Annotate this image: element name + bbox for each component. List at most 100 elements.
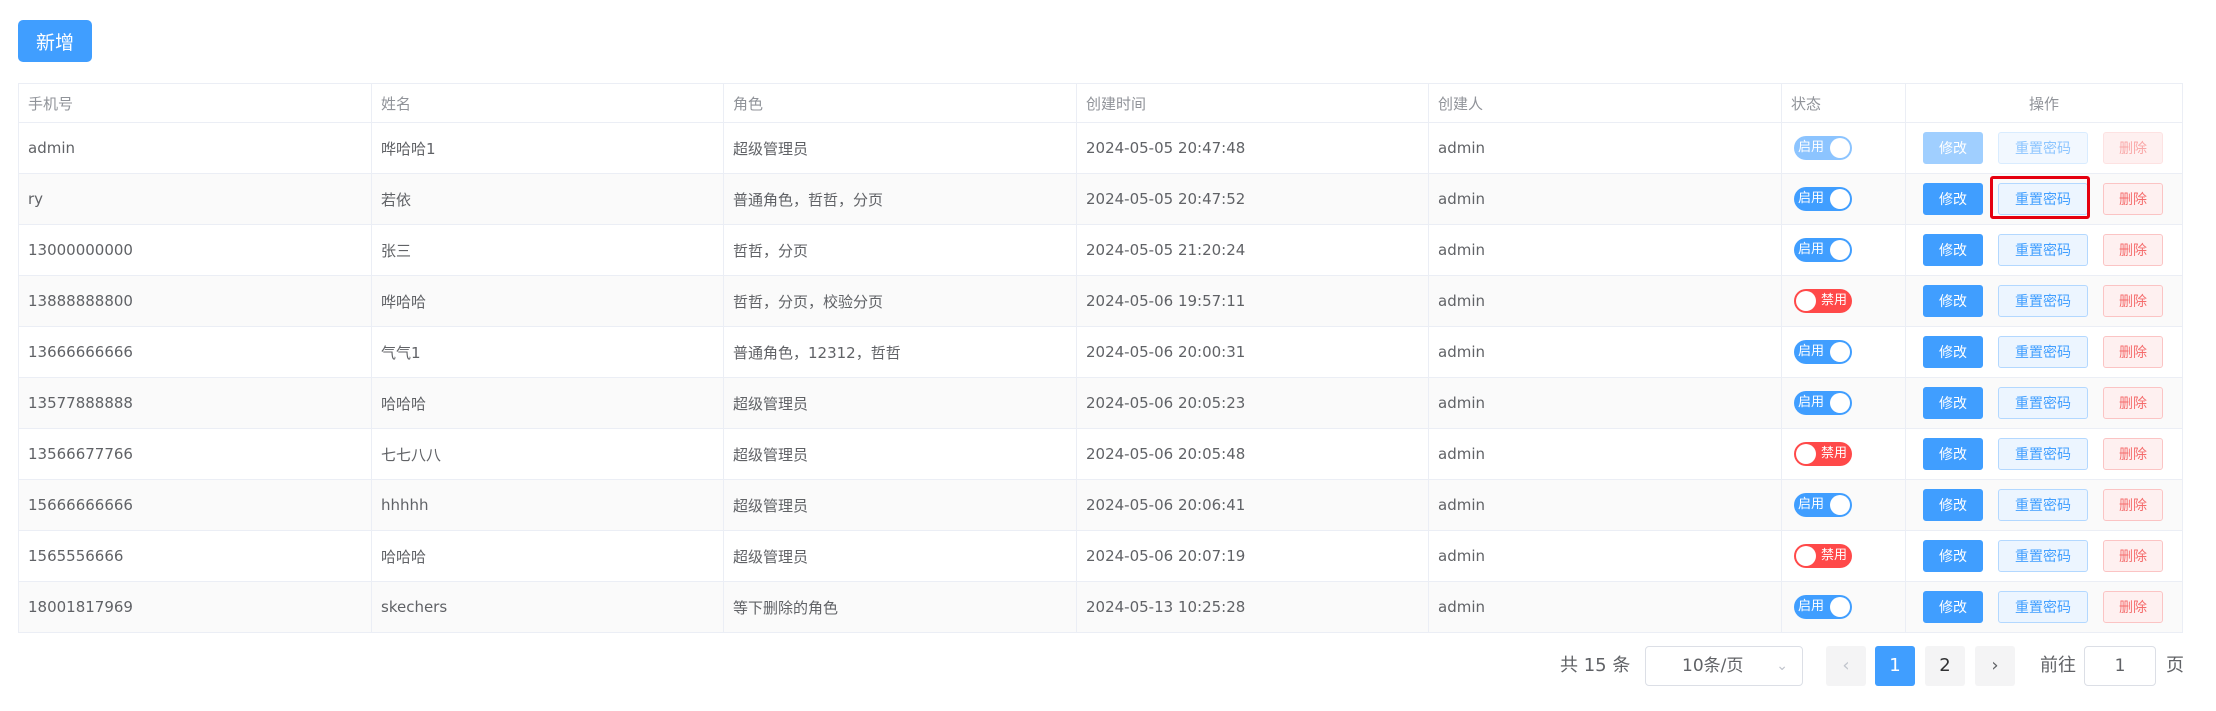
delete-button[interactable]: 删除 bbox=[2103, 489, 2163, 521]
edit-button[interactable]: 修改 bbox=[1923, 387, 1983, 419]
goto-label: 前往 bbox=[2040, 655, 2076, 676]
column-header-name: 姓名 bbox=[371, 83, 724, 123]
next-page-button[interactable]: › bbox=[1975, 646, 2015, 686]
cell-phone: 1565556666 bbox=[18, 530, 372, 582]
cell-creator: admin bbox=[1428, 122, 1782, 174]
cell-creator: admin bbox=[1428, 428, 1782, 480]
cell-role: 超级管理员 bbox=[723, 530, 1077, 582]
cell-phone: 13566677766 bbox=[18, 428, 372, 480]
cell-role: 哲哲，分页 bbox=[723, 224, 1077, 276]
reset-password-button[interactable]: 重置密码 bbox=[1998, 285, 2088, 317]
status-switch-label: 禁用 bbox=[1820, 548, 1847, 563]
reset-password-button[interactable]: 重置密码 bbox=[1998, 234, 2088, 266]
cell-phone: 13666666666 bbox=[18, 326, 372, 378]
page-button-2[interactable]: 2 bbox=[1925, 646, 1965, 686]
cell-creator: admin bbox=[1428, 173, 1782, 225]
switch-knob bbox=[1796, 546, 1816, 566]
edit-button[interactable]: 修改 bbox=[1923, 183, 1983, 215]
cell-actions: 修改 重置密码 删除 bbox=[1905, 479, 2183, 531]
reset-password-button[interactable]: 重置密码 bbox=[1998, 489, 2088, 521]
add-button[interactable]: 新增 bbox=[18, 20, 92, 62]
delete-button[interactable]: 删除 bbox=[2103, 183, 2163, 215]
delete-button[interactable]: 删除 bbox=[2103, 438, 2163, 470]
table-row: ry 若依 普通角色，哲哲，分页 2024-05-05 20:47:52 admin 启用… bbox=[18, 173, 2183, 225]
goto-page-input[interactable] bbox=[2084, 646, 2156, 686]
delete-button[interactable]: 删除 bbox=[2103, 591, 2163, 623]
cell-actions: 修改 重置密码 删除 bbox=[1905, 122, 2183, 174]
status-switch[interactable]: 启用 bbox=[1794, 595, 1852, 619]
status-switch[interactable]: 启用 bbox=[1794, 238, 1852, 262]
cell-actions: 修改 重置密码 删除 bbox=[1905, 377, 2183, 429]
cell-role: 超级管理员 bbox=[723, 479, 1077, 531]
delete-button[interactable]: 删除 bbox=[2103, 234, 2163, 266]
cell-phone: 13888888800 bbox=[18, 275, 372, 327]
cell-created-at: 2024-05-06 20:05:23 bbox=[1076, 377, 1429, 429]
switch-knob bbox=[1830, 240, 1850, 260]
cell-status: 启用 bbox=[1781, 479, 1906, 531]
edit-button[interactable]: 修改 bbox=[1923, 489, 1983, 521]
action-group: 修改 重置密码 删除 bbox=[1907, 438, 2182, 470]
action-group: 修改 重置密码 删除 bbox=[1907, 285, 2182, 317]
cell-status: 禁用 bbox=[1781, 428, 1906, 480]
table-row: admin 哗哈哈1 超级管理员 2024-05-05 20:47:48 admin 启用… bbox=[18, 122, 2183, 174]
reset-password-button[interactable]: 重置密码 bbox=[1998, 336, 2088, 368]
edit-button[interactable]: 修改 bbox=[1923, 438, 1983, 470]
action-group: 修改 重置密码 删除 bbox=[1907, 234, 2182, 266]
reset-password-button[interactable]: 重置密码 bbox=[1998, 591, 2088, 623]
status-switch[interactable]: 启用 bbox=[1794, 493, 1852, 517]
cell-actions: 修改 重置密码 删除 bbox=[1905, 428, 2183, 480]
switch-knob bbox=[1796, 291, 1816, 311]
goto-suffix: 页 bbox=[2166, 655, 2184, 676]
switch-knob bbox=[1830, 138, 1850, 158]
cell-creator: admin bbox=[1428, 581, 1782, 633]
reset-password-button[interactable]: 重置密码 bbox=[1998, 387, 2088, 419]
page-button-1[interactable]: 1 bbox=[1875, 646, 1915, 686]
cell-name: 哗哈哈1 bbox=[371, 122, 724, 174]
edit-button[interactable]: 修改 bbox=[1923, 540, 1983, 572]
cell-created-at: 2024-05-05 20:47:52 bbox=[1076, 173, 1429, 225]
page-size-value: 10条/页 bbox=[1682, 656, 1744, 676]
action-group: 修改 重置密码 删除 bbox=[1907, 183, 2182, 215]
edit-button[interactable]: 修改 bbox=[1923, 336, 1983, 368]
edit-button[interactable]: 修改 bbox=[1923, 285, 1983, 317]
status-switch[interactable]: 禁用 bbox=[1794, 289, 1852, 313]
edit-button: 修改 bbox=[1923, 132, 1983, 164]
delete-button[interactable]: 删除 bbox=[2103, 540, 2163, 572]
table-row: 1565556666 哈哈哈 超级管理员 2024-05-06 20:07:19 adm… bbox=[18, 530, 2183, 582]
status-switch[interactable]: 禁用 bbox=[1794, 442, 1852, 466]
cell-phone: 13000000000 bbox=[18, 224, 372, 276]
delete-button[interactable]: 删除 bbox=[2103, 336, 2163, 368]
prev-page-button[interactable]: ‹ bbox=[1826, 646, 1866, 686]
reset-password-button[interactable]: 重置密码 bbox=[1998, 438, 2088, 470]
delete-button[interactable]: 删除 bbox=[2103, 387, 2163, 419]
status-switch-label: 启用 bbox=[1798, 242, 1825, 257]
table-header-row: 手机号 姓名 角色 创建时间 创建人 状态 操作 bbox=[18, 83, 2183, 123]
chevron-down-icon: ⌄ bbox=[1776, 658, 1788, 674]
cell-created-at: 2024-05-05 21:20:24 bbox=[1076, 224, 1429, 276]
reset-password-button[interactable]: 重置密码 bbox=[1998, 183, 2088, 215]
status-switch[interactable]: 禁用 bbox=[1794, 544, 1852, 568]
action-group: 修改 重置密码 删除 bbox=[1907, 489, 2182, 521]
action-group: 修改 重置密码 删除 bbox=[1907, 336, 2182, 368]
cell-status: 启用 bbox=[1781, 173, 1906, 225]
switch-knob bbox=[1796, 444, 1816, 464]
delete-button[interactable]: 删除 bbox=[2103, 285, 2163, 317]
cell-creator: admin bbox=[1428, 377, 1782, 429]
table-row: 13888888800 哗哈哈 哲哲，分页，校验分页 2024-05-06 19:57… bbox=[18, 275, 2183, 327]
cell-role: 超级管理员 bbox=[723, 377, 1077, 429]
page-size-select[interactable]: 10条/页 ⌄ bbox=[1645, 646, 1803, 686]
cell-phone: admin bbox=[18, 122, 372, 174]
status-switch[interactable]: 启用 bbox=[1794, 391, 1852, 415]
status-switch[interactable]: 启用 bbox=[1794, 340, 1852, 364]
cell-actions: 修改 重置密码 删除 bbox=[1905, 275, 2183, 327]
cell-created-at: 2024-05-06 19:57:11 bbox=[1076, 275, 1429, 327]
edit-button[interactable]: 修改 bbox=[1923, 591, 1983, 623]
status-switch[interactable]: 启用 bbox=[1794, 187, 1852, 211]
reset-password-button[interactable]: 重置密码 bbox=[1998, 540, 2088, 572]
cell-name: skechers bbox=[371, 581, 724, 633]
cell-status: 启用 bbox=[1781, 224, 1906, 276]
edit-button[interactable]: 修改 bbox=[1923, 234, 1983, 266]
cell-name: 若依 bbox=[371, 173, 724, 225]
status-switch-label: 禁用 bbox=[1820, 446, 1847, 461]
action-group: 修改 重置密码 删除 bbox=[1907, 540, 2182, 572]
